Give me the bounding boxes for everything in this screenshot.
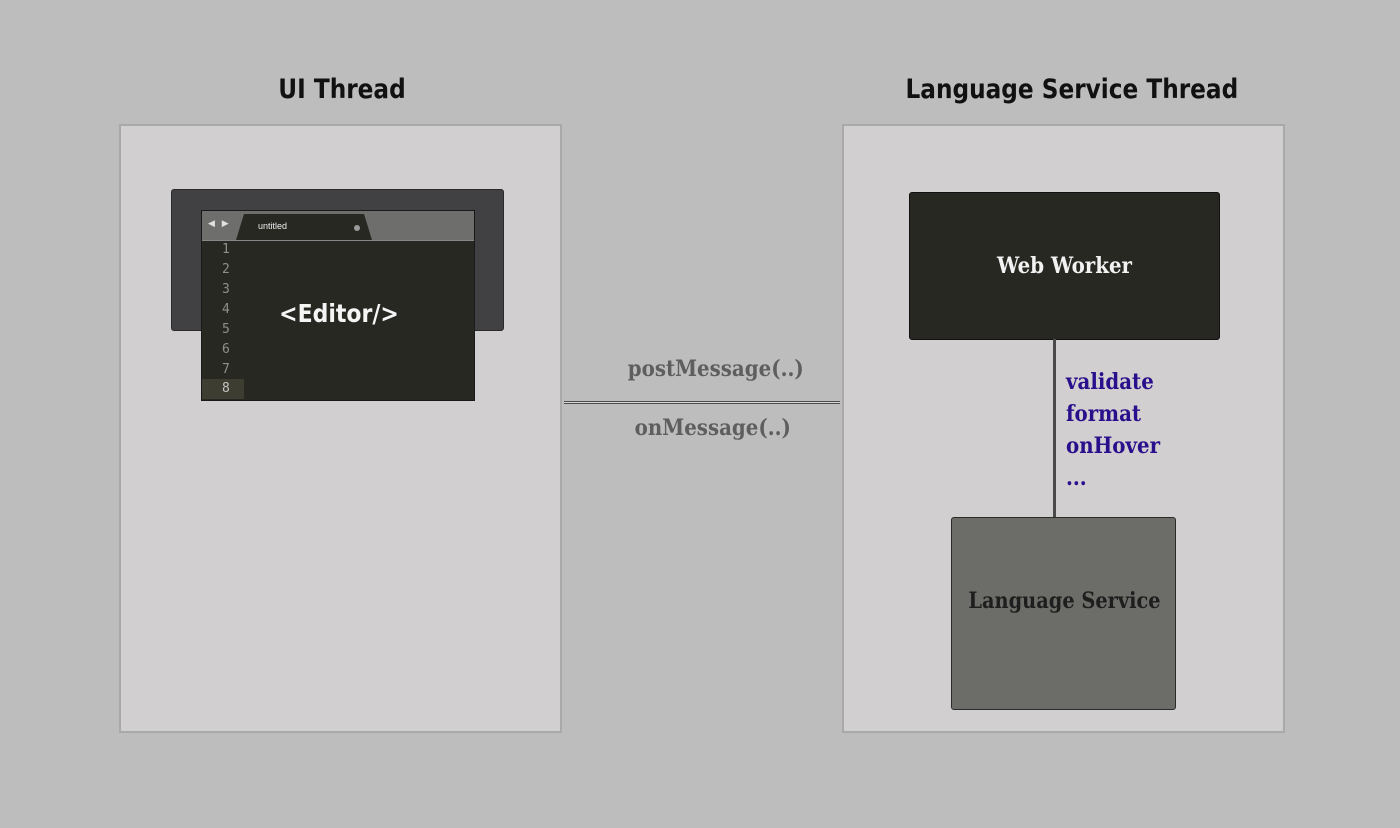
line-number: 7 (222, 362, 230, 377)
language-service-box: Language Service (951, 517, 1176, 710)
editor-component-label: <Editor/> (279, 299, 399, 328)
line-number-active: 8 (202, 379, 244, 399)
post-message-label: postMessage(..) (627, 356, 804, 382)
line-number: 6 (222, 342, 230, 357)
operations-list: validate format onHover ... (1066, 366, 1160, 494)
editor-window: ◀ ▶ untitled 1 2 3 4 5 6 7 8 <Editor/> (201, 210, 475, 401)
editor-tab-bar: ◀ ▶ untitled (202, 211, 474, 241)
tab-navigation-arrows-icon: ◀ ▶ (208, 219, 231, 229)
on-message-label: onMessage(..) (634, 415, 791, 441)
editor-tab: untitled (236, 214, 372, 240)
ui-thread-title: UI Thread (278, 74, 406, 105)
language-service-label: Language Service (968, 588, 1161, 614)
message-channel-line (564, 401, 840, 404)
line-number: 3 (222, 282, 230, 297)
editor-tab-title: untitled (258, 221, 288, 231)
web-worker-label: Web Worker (997, 253, 1132, 279)
operation-item: onHover (1066, 433, 1161, 459)
operation-item: format (1066, 401, 1142, 427)
line-number: 1 (222, 242, 230, 257)
operation-item: validate (1066, 369, 1154, 395)
language-service-thread-title: Language Service Thread (905, 74, 1239, 105)
worker-service-connector (1053, 339, 1056, 519)
unsaved-dot-icon (354, 225, 360, 231)
line-number: 2 (222, 262, 230, 277)
web-worker-box: Web Worker (909, 192, 1220, 340)
operation-item: ... (1066, 465, 1087, 491)
